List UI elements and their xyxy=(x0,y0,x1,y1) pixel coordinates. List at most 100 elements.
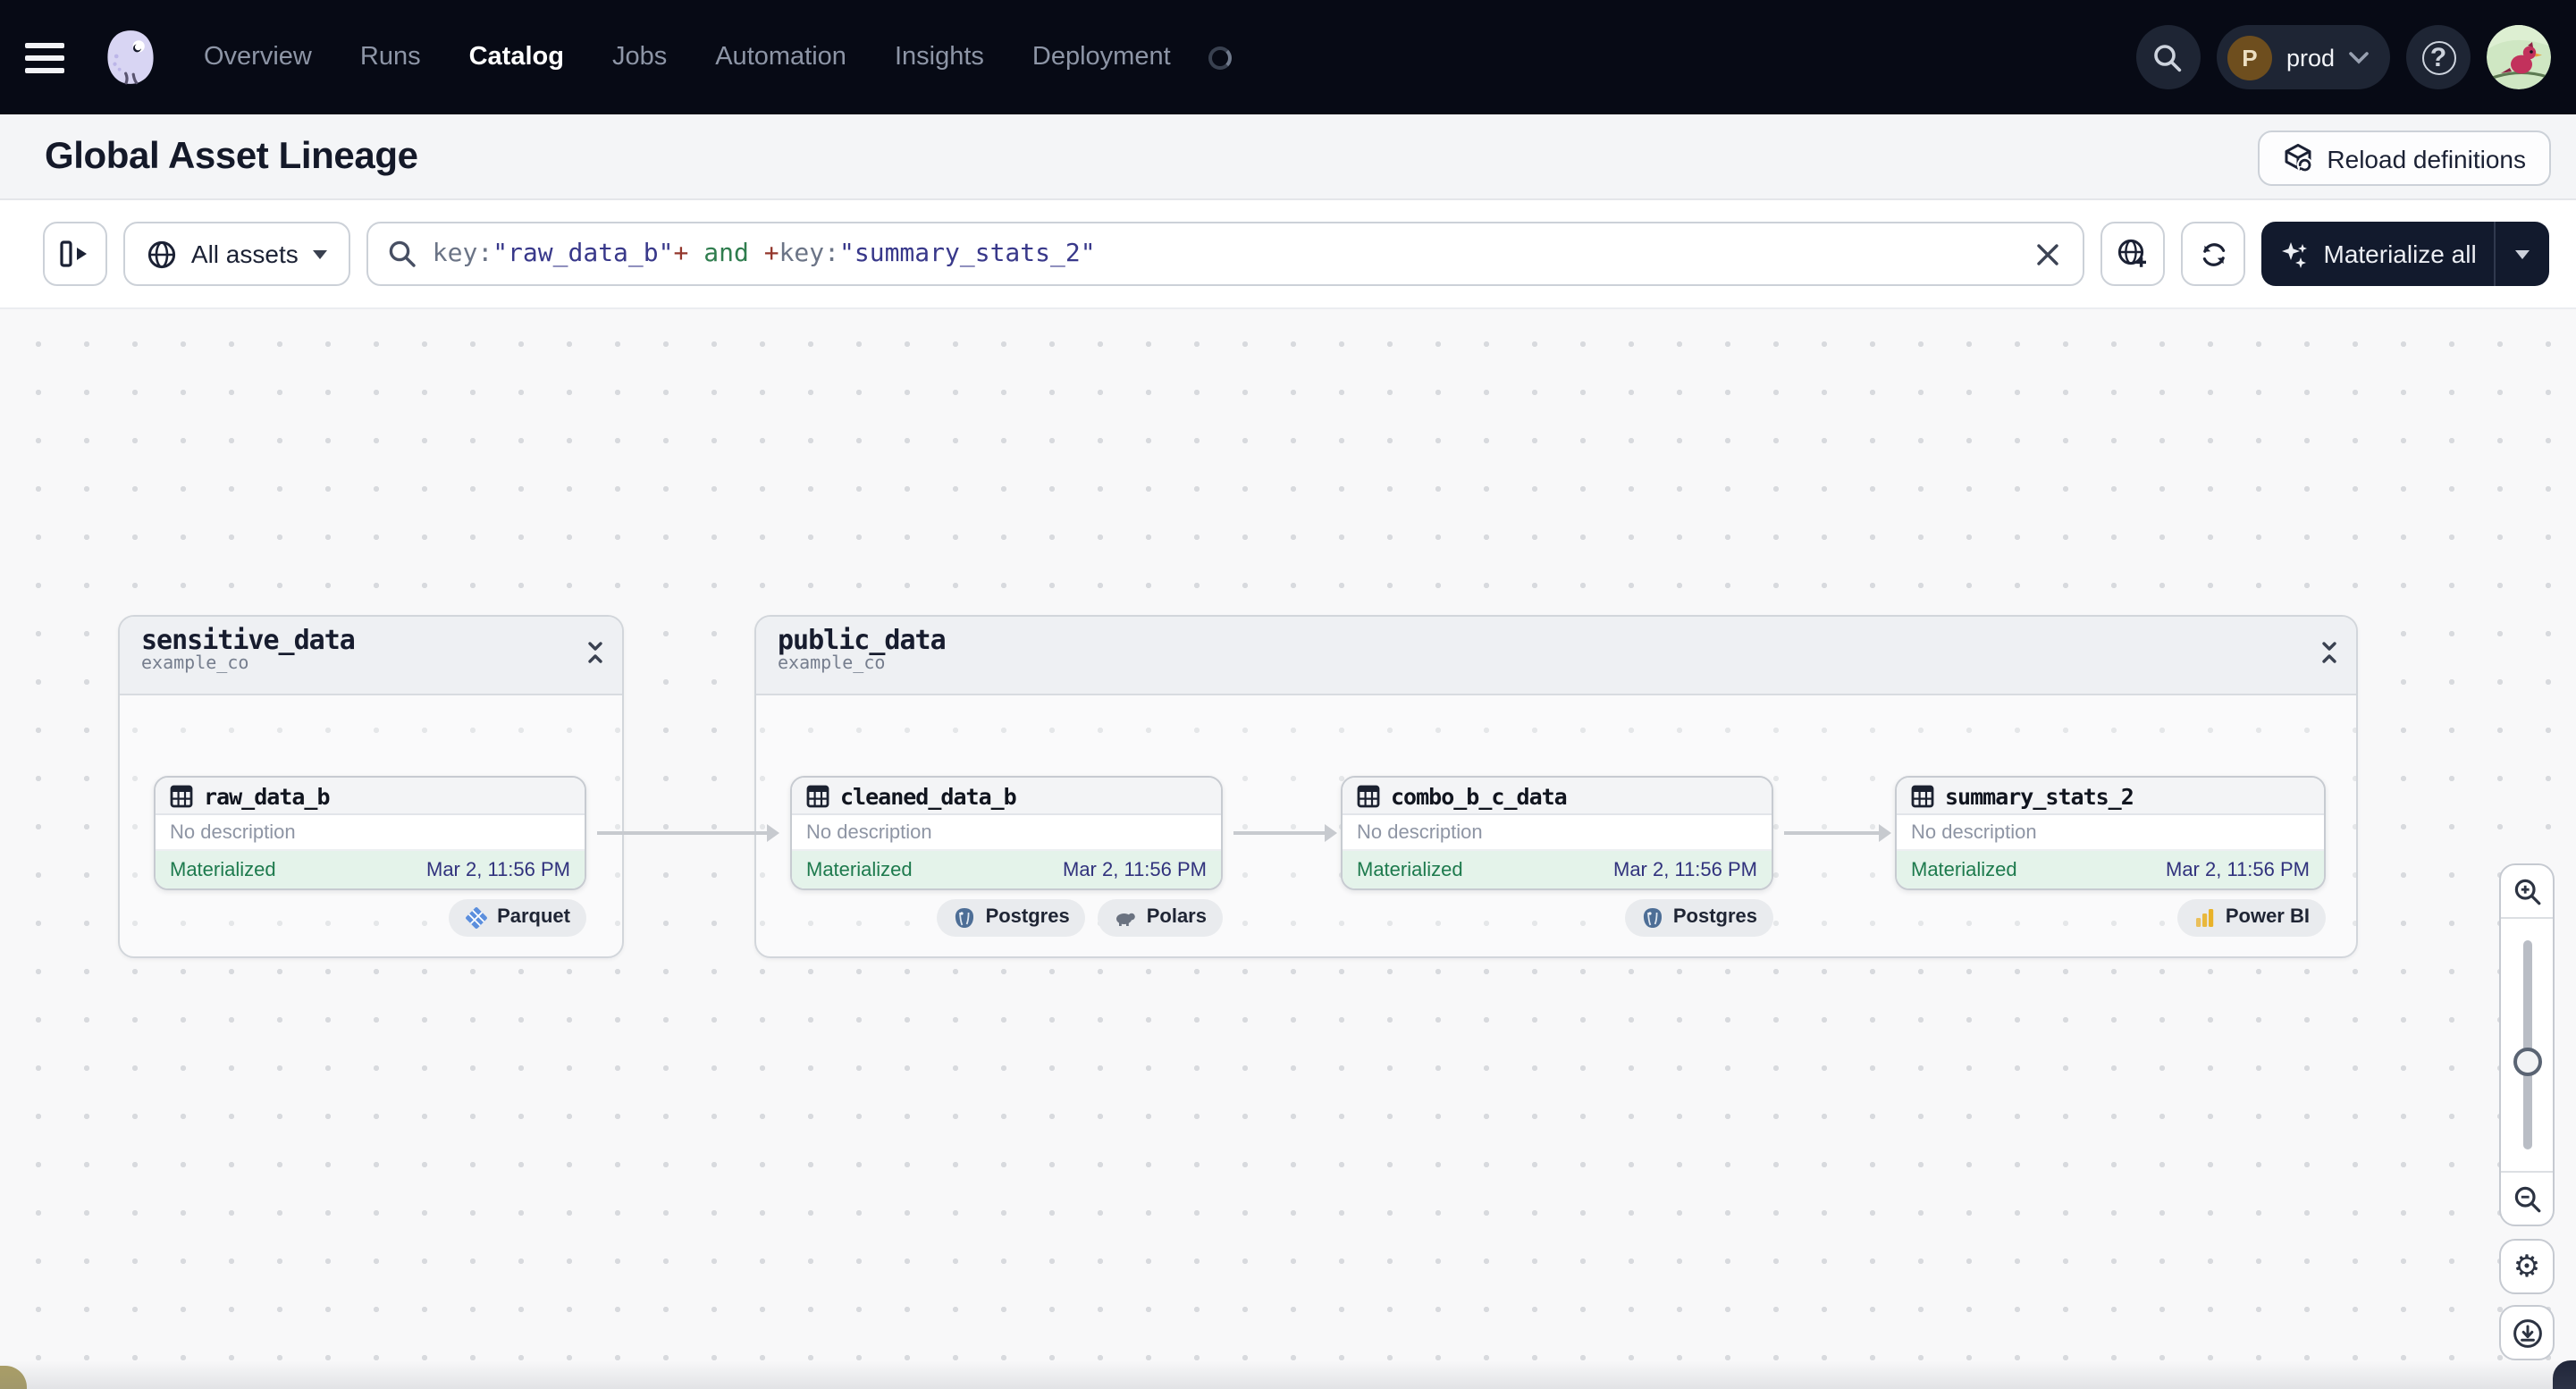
zoom-slider-thumb[interactable] xyxy=(2513,1048,2541,1076)
kind-label: Power BI xyxy=(2225,906,2310,928)
kind-label: Postgres xyxy=(1672,906,1757,928)
kind-badge-postgres[interactable]: Postgres xyxy=(937,898,1086,936)
zoom-slider-track xyxy=(2522,940,2531,1149)
asset-node-cleaned-data-b[interactable]: cleaned_data_b No description Materializ… xyxy=(790,776,1223,890)
status-badge: Materialized xyxy=(170,859,276,880)
search-icon xyxy=(389,240,416,267)
group-location: example_co xyxy=(141,654,249,674)
collapse-group-button[interactable] xyxy=(585,640,606,665)
asset-name: cleaned_data_b xyxy=(840,782,1017,809)
asset-node-header: cleaned_data_b xyxy=(792,778,1221,815)
asset-status-row: Materialized Mar 2, 11:56 PM xyxy=(1897,851,2324,888)
kind-badge-row: Postgres xyxy=(1341,897,1773,937)
kind-label: Parquet xyxy=(497,906,570,928)
kind-badge-powerbi[interactable]: Power BI xyxy=(2176,898,2326,936)
help-button[interactable]: ? xyxy=(2406,25,2471,89)
asset-node-combo-b-c-data[interactable]: combo_b_c_data No description Materializ… xyxy=(1341,776,1773,890)
clear-search-button[interactable] xyxy=(2033,239,2063,269)
deployment-avatar: P xyxy=(2227,35,2272,80)
download-graph-button[interactable] xyxy=(2499,1305,2555,1360)
nav-item-overview[interactable]: Overview xyxy=(204,43,312,72)
asset-description: No description xyxy=(156,815,585,851)
nav-item-deployment[interactable]: Deployment xyxy=(1032,43,1171,72)
nav-item-catalog[interactable]: Catalog xyxy=(469,43,564,72)
view-full-graph-button[interactable] xyxy=(2100,222,2166,286)
close-icon xyxy=(2037,243,2059,265)
page-title: Global Asset Lineage xyxy=(45,135,418,176)
download-icon xyxy=(2513,1318,2541,1347)
parquet-icon xyxy=(466,906,487,928)
lineage-canvas[interactable]: sensitive_data example_co public_data ex… xyxy=(0,307,2576,1389)
postgres-icon xyxy=(1643,907,1662,927)
chevron-down-icon xyxy=(2349,51,2369,63)
asset-node-header: combo_b_c_data xyxy=(1343,778,1772,815)
sparkles-icon xyxy=(2281,241,2307,267)
materialization-timestamp: Mar 2, 11:56 PM xyxy=(2166,859,2310,880)
collapse-icon xyxy=(2322,642,2336,663)
asset-search-input[interactable]: key:"raw_data_b"+ and +key:"summary_stat… xyxy=(366,222,2085,286)
deployment-switcher[interactable]: P prod xyxy=(2216,25,2390,89)
asset-name: raw_data_b xyxy=(204,782,331,809)
box-reload-icon xyxy=(2284,143,2312,173)
search-icon xyxy=(2155,44,2183,72)
asset-node-summary-stats-2[interactable]: summary_stats_2 No description Materiali… xyxy=(1895,776,2326,890)
nav-item-runs[interactable]: Runs xyxy=(360,43,421,72)
open-side-panel-button[interactable] xyxy=(43,222,107,286)
refresh-graph-button[interactable] xyxy=(2181,222,2246,286)
asset-description: No description xyxy=(1897,815,2324,851)
postgres-icon xyxy=(955,907,974,927)
zoom-out-button[interactable] xyxy=(2501,1171,2553,1225)
gear-icon: ⚙ xyxy=(2513,1250,2541,1284)
materialization-timestamp: Mar 2, 11:56 PM xyxy=(426,859,570,880)
search-query: key:"raw_data_b"+ and +key:"summary_stat… xyxy=(432,240,1096,268)
reload-definitions-label: Reload definitions xyxy=(2327,144,2526,173)
lineage-edge xyxy=(1233,824,1337,842)
materialization-timestamp: Mar 2, 11:56 PM xyxy=(1063,859,1207,880)
group-header: sensitive_data example_co xyxy=(120,617,622,695)
navbar-right-cluster: P prod ? xyxy=(2135,25,2551,89)
nav-item-automation[interactable]: Automation xyxy=(715,43,846,72)
search-button[interactable] xyxy=(2135,25,2201,89)
polars-icon xyxy=(1116,912,1136,925)
powerbi-icon xyxy=(2195,908,2214,926)
top-navbar: Overview Runs Catalog Jobs Automation In… xyxy=(0,0,2576,114)
user-avatar[interactable] xyxy=(2487,25,2551,89)
materialize-all-button[interactable]: Materialize all xyxy=(2261,222,2494,286)
kind-badge-row: Power BI xyxy=(1895,897,2326,937)
refresh-icon xyxy=(2202,242,2225,265)
menu-icon[interactable] xyxy=(25,27,86,88)
kind-badge-postgres[interactable]: Postgres xyxy=(1624,898,1773,936)
table-icon xyxy=(170,784,193,807)
nav-item-jobs[interactable]: Jobs xyxy=(612,43,667,72)
dagster-app: Overview Runs Catalog Jobs Automation In… xyxy=(0,0,2576,1389)
materialize-all-button-group: Materialize all xyxy=(2261,222,2549,286)
dagster-logo[interactable] xyxy=(104,29,157,86)
zoom-slider[interactable] xyxy=(2501,919,2553,1171)
group-location: example_co xyxy=(778,654,886,674)
collapse-group-button[interactable] xyxy=(2319,640,2340,665)
minimap-corner xyxy=(0,1366,27,1389)
materialize-options-button[interactable] xyxy=(2496,222,2549,286)
zoom-in-button[interactable] xyxy=(2501,865,2553,919)
group-name: sensitive_data xyxy=(141,624,356,656)
status-badge: Materialized xyxy=(806,859,913,880)
asset-node-raw-data-b[interactable]: raw_data_b No description Materialized M… xyxy=(154,776,586,890)
kind-badge-row: Postgres Polars xyxy=(790,897,1223,937)
asset-scope-dropdown[interactable]: All assets xyxy=(122,222,350,286)
zoom-control xyxy=(2499,863,2555,1226)
materialize-all-label: Materialize all xyxy=(2323,240,2477,268)
page-header: Global Asset Lineage Reload definitions xyxy=(0,114,2576,200)
kind-badge-parquet[interactable]: Parquet xyxy=(449,898,586,936)
asset-name: combo_b_c_data xyxy=(1391,782,1568,809)
reload-definitions-button[interactable]: Reload definitions xyxy=(2257,130,2551,186)
kind-badge-polars[interactable]: Polars xyxy=(1098,898,1223,936)
group-header: public_data example_co xyxy=(756,617,2356,695)
graph-settings-button[interactable]: ⚙ xyxy=(2499,1239,2555,1294)
kind-badge-row: Parquet xyxy=(154,897,586,937)
nav-item-insights[interactable]: Insights xyxy=(895,43,984,72)
materialization-timestamp: Mar 2, 11:56 PM xyxy=(1613,859,1757,880)
globe-add-icon xyxy=(2118,239,2147,267)
asset-description: No description xyxy=(1343,815,1772,851)
panel-expand-icon xyxy=(61,240,88,267)
status-badge: Materialized xyxy=(1357,859,1463,880)
